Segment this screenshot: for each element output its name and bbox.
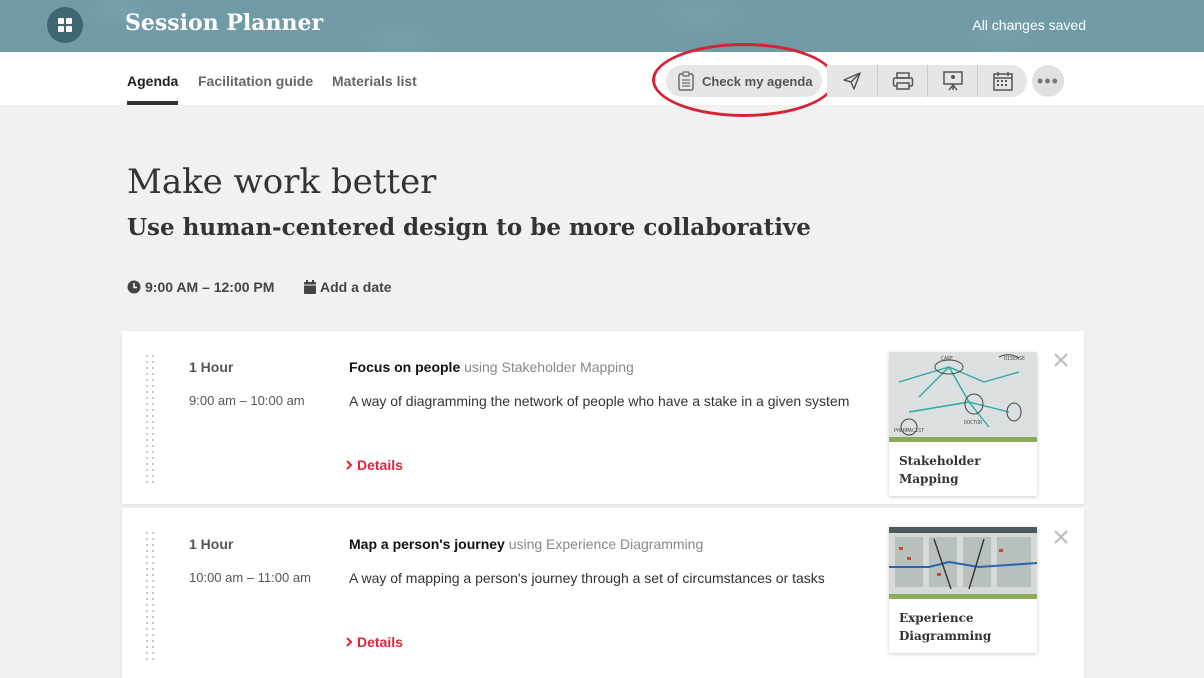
- item-description: A way of mapping a person's journey thro…: [349, 570, 825, 586]
- item-method: using Experience Diagramming: [508, 536, 704, 552]
- print-icon: [892, 72, 913, 90]
- agenda-item[interactable]: 1 Hour 10:00 am – 11:00 am Map a person'…: [122, 508, 1084, 678]
- drag-handle[interactable]: [144, 530, 156, 664]
- item-duration: 1 Hour: [189, 536, 234, 552]
- svg-text:CARE: CARE: [941, 356, 953, 362]
- close-icon: [1054, 353, 1068, 367]
- drag-handle[interactable]: [144, 353, 156, 487]
- item-method: using Stakeholder Mapping: [464, 359, 634, 375]
- details-link[interactable]: Details: [344, 634, 403, 650]
- toolbar-group: [827, 65, 1027, 97]
- page-subtitle: Use human-centered design to be more col…: [127, 214, 811, 241]
- svg-text:DOCTOR: DOCTOR: [964, 420, 983, 426]
- page-title: Make work better: [127, 162, 437, 202]
- tab-materials-list[interactable]: Materials list: [332, 73, 417, 89]
- details-link[interactable]: Details: [344, 457, 403, 473]
- item-time-range: 9:00 am – 10:00 am: [189, 393, 305, 408]
- chevron-right-icon: [346, 637, 353, 647]
- item-title-line: Focus on people using Stakeholder Mappin…: [349, 359, 634, 375]
- schedule-button[interactable]: [977, 65, 1027, 97]
- method-card[interactable]: CARE DISEASE PHARMACIST DOCTOR Stakehold…: [889, 352, 1037, 496]
- method-card-label: Stakeholder Mapping: [899, 454, 981, 486]
- more-options-icon: •••: [1037, 70, 1059, 91]
- add-date-label: Add a date: [320, 279, 392, 295]
- check-agenda-button[interactable]: Check my agenda: [666, 65, 822, 97]
- check-agenda-label: Check my agenda: [702, 73, 813, 89]
- app-menu-button[interactable]: [47, 7, 83, 43]
- item-duration: 1 Hour: [189, 359, 234, 375]
- present-button[interactable]: [927, 65, 977, 97]
- calendar-icon: [992, 72, 1013, 91]
- svg-text:PHARMACIST: PHARMACIST: [894, 428, 924, 434]
- agenda-item[interactable]: 1 Hour 9:00 am – 10:00 am Focus on peopl…: [122, 331, 1084, 504]
- session-time[interactable]: 9:00 AM – 12:00 PM: [127, 279, 274, 295]
- item-title: Focus on people: [349, 359, 461, 375]
- chevron-right-icon: [346, 460, 353, 470]
- grid-icon: [58, 18, 72, 32]
- tab-facilitation-guide[interactable]: Facilitation guide: [198, 73, 313, 89]
- method-thumbnail: CARE DISEASE PHARMACIST DOCTOR: [889, 352, 1037, 437]
- remove-item-button[interactable]: [1054, 526, 1068, 548]
- details-label: Details: [357, 634, 403, 650]
- item-description: A way of diagramming the network of peop…: [349, 393, 850, 409]
- presentation-icon: [942, 71, 963, 91]
- clock-icon: [127, 280, 141, 294]
- clipboard-icon: [678, 71, 694, 91]
- item-title: Map a person's journey: [349, 536, 505, 552]
- print-button[interactable]: [877, 65, 927, 97]
- session-time-label: 9:00 AM – 12:00 PM: [145, 279, 275, 295]
- method-card[interactable]: Experience Diagramming: [889, 527, 1037, 653]
- details-label: Details: [357, 457, 403, 473]
- app-title: Session Planner: [125, 10, 324, 36]
- method-thumbnail: [889, 527, 1037, 594]
- top-bar: Session Planner All changes saved: [0, 0, 1204, 52]
- tab-agenda[interactable]: Agenda: [127, 73, 178, 89]
- item-time-range: 10:00 am – 11:00 am: [189, 570, 311, 585]
- send-button[interactable]: [827, 65, 877, 97]
- remove-item-button[interactable]: [1054, 349, 1068, 371]
- add-date-button[interactable]: Add a date: [304, 279, 392, 295]
- item-title-line: Map a person's journey using Experience …: [349, 536, 703, 552]
- svg-text:DISEASE: DISEASE: [1004, 356, 1025, 362]
- calendar-small-icon: [304, 280, 316, 294]
- close-icon: [1054, 530, 1068, 544]
- method-card-label: Experience Diagramming: [899, 611, 992, 643]
- send-icon: [843, 72, 861, 90]
- active-tab-indicator: [127, 101, 178, 105]
- more-options-button[interactable]: •••: [1032, 65, 1064, 97]
- save-status: All changes saved: [972, 17, 1086, 33]
- tab-bar: Agenda Facilitation guide Materials list…: [0, 43, 1204, 117]
